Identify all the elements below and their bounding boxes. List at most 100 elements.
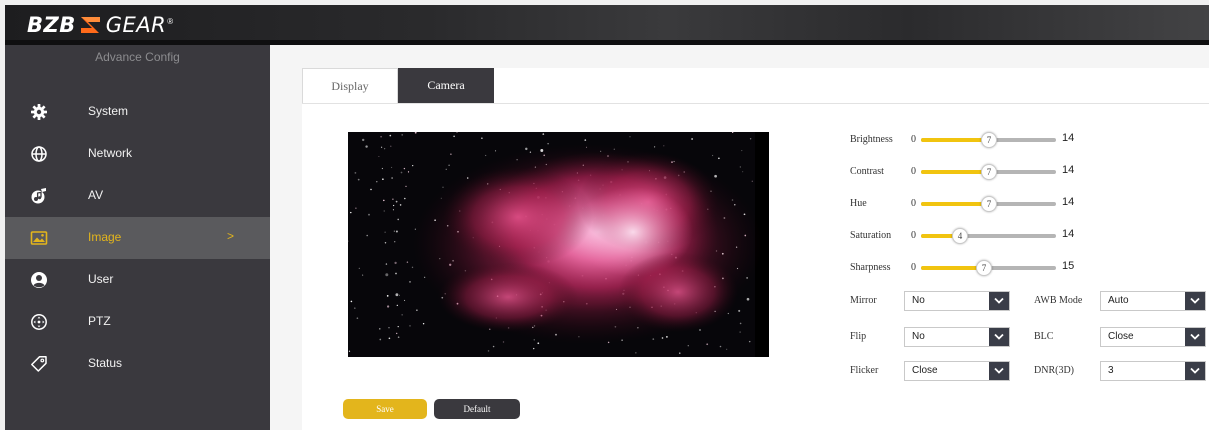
slider-min: 0 (911, 230, 916, 241)
star-dot (392, 198, 394, 200)
star-dot (416, 309, 418, 312)
slider-knob[interactable]: 7 (981, 196, 997, 212)
star-dot (537, 342, 540, 345)
star-dot (365, 145, 368, 148)
select-value: No (912, 331, 925, 342)
star-dot (502, 341, 505, 343)
sharpness-slider[interactable]: 7 (921, 260, 1056, 276)
select-value: Close (1108, 331, 1134, 342)
star-dot (652, 338, 655, 340)
blc-select[interactable]: Close (1100, 327, 1206, 347)
main-content: Display Camera Brightness 0 7 14 Contras… (270, 45, 1209, 430)
star-dot (687, 345, 689, 347)
star-dot (384, 231, 386, 233)
star-dot (396, 304, 398, 307)
tab-camera[interactable]: Camera (398, 68, 494, 103)
sidebar-item-label: Network (88, 146, 133, 160)
sidebar-item-status[interactable]: Status (5, 343, 270, 385)
star-dot (389, 134, 392, 137)
sidebar-item-label: PTZ (88, 314, 111, 328)
slider-knob[interactable]: 4 (952, 228, 968, 244)
star-dot (542, 133, 545, 135)
star-dot (746, 297, 750, 301)
flip-select[interactable]: No (904, 327, 1010, 347)
sidebar-item-user[interactable]: User (5, 259, 270, 301)
select-value: No (912, 295, 925, 306)
sidebar-item-ptz[interactable]: PTZ (5, 301, 270, 343)
star-dot (533, 347, 535, 350)
sidebar-item-image[interactable]: Image > (5, 217, 270, 259)
select-value: 3 (1108, 365, 1114, 376)
brightness-slider[interactable]: 7 (921, 132, 1056, 148)
star-dot (384, 148, 386, 150)
awb-mode-select[interactable]: Auto (1100, 291, 1206, 311)
star-dot (653, 146, 656, 148)
tab-display[interactable]: Display (302, 68, 398, 103)
star-dot (403, 167, 406, 170)
star-dot (691, 138, 693, 140)
slider-min: 0 (911, 166, 916, 177)
contrast-slider[interactable]: 7 (921, 164, 1056, 180)
star-dot (401, 134, 404, 136)
sidebar-item-network[interactable]: Network (5, 133, 270, 175)
star-dot (368, 213, 370, 216)
star-dot (361, 138, 365, 142)
star-dot (397, 336, 400, 339)
globe-icon (31, 146, 47, 162)
slider-knob[interactable]: 7 (981, 164, 997, 180)
saturation-slider[interactable]: 4 (921, 228, 1056, 244)
star-dot (718, 157, 720, 160)
flicker-label: Flicker (850, 365, 879, 376)
star-dot (398, 294, 401, 296)
sidebar-item-label: AV (88, 188, 104, 202)
star-dot (394, 241, 396, 243)
star-dot (409, 281, 411, 283)
brand-left: BZB (27, 13, 76, 37)
star-dot (395, 230, 398, 233)
flicker-select[interactable]: Close (904, 361, 1010, 381)
star-dot (357, 178, 360, 181)
star-dot (379, 328, 381, 330)
mirror-label: Mirror (850, 295, 877, 306)
dnr3d-label: DNR(3D) (1034, 365, 1074, 376)
star-dot (381, 167, 383, 170)
star-dot (395, 200, 398, 203)
star-dot (383, 199, 385, 202)
preview-image (348, 132, 769, 357)
star-dot (406, 261, 409, 263)
default-button[interactable]: Default (434, 399, 520, 419)
slider-min: 0 (911, 262, 916, 273)
star-dot (719, 345, 722, 348)
chevron-right-icon: > (227, 229, 235, 243)
sidebar-item-system[interactable]: System (5, 91, 270, 133)
star-dot (350, 300, 353, 303)
star-dot (379, 338, 382, 341)
star-dot (358, 267, 360, 269)
slider-knob[interactable]: 7 (976, 260, 992, 276)
star-dot (385, 273, 389, 277)
select-value: Close (912, 365, 938, 376)
sidebar-item-av[interactable]: AV (5, 175, 270, 217)
star-dot (706, 343, 709, 346)
star-dot (376, 181, 378, 183)
save-button[interactable]: Save (343, 399, 427, 419)
mirror-select[interactable]: No (904, 291, 1010, 311)
star-dot (481, 137, 483, 139)
hue-slider[interactable]: 7 (921, 196, 1056, 212)
slider-max: 14 (1062, 196, 1075, 208)
star-dot (748, 340, 751, 343)
slider-min: 0 (911, 134, 916, 145)
dnr3d-select[interactable]: 3 (1100, 361, 1206, 381)
star-dot (738, 309, 741, 312)
star-dot (450, 153, 452, 156)
brand-logo[interactable]: BZB GEAR ® (27, 11, 173, 39)
star-dot (356, 317, 359, 320)
star-dot (442, 186, 444, 188)
star-dot (584, 139, 587, 141)
star-dot (726, 348, 728, 350)
slider-min: 0 (911, 198, 916, 209)
star-dot (384, 242, 387, 244)
slider-knob[interactable]: 7 (981, 132, 997, 148)
star-dot (412, 165, 414, 167)
av-icon (31, 188, 46, 204)
